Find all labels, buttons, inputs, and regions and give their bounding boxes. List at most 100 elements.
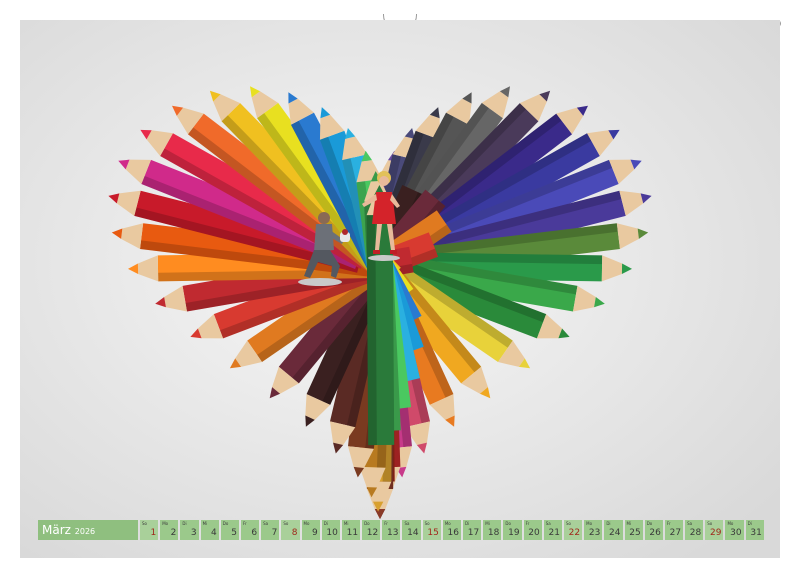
calendar-day: So 8 <box>281 520 300 540</box>
day-number: 11 <box>346 528 359 538</box>
day-number: 29 <box>709 528 722 538</box>
calendar-photo <box>20 20 780 558</box>
day-number: 28 <box>689 528 702 538</box>
weekday-abbr: Mo <box>444 521 451 526</box>
day-number: 18 <box>487 528 500 538</box>
weekday-abbr: Fr <box>384 521 388 526</box>
calendar-day: Mo 16 <box>442 520 461 540</box>
calendar-day: Mo 9 <box>301 520 320 540</box>
day-number: 16 <box>447 528 459 538</box>
calendar-day: Do 19 <box>503 520 522 540</box>
calendar-day: Fr 27 <box>664 520 684 540</box>
weekday-abbr: Sa <box>545 521 551 526</box>
calendar-day: Mi 11 <box>341 520 361 540</box>
day-number: 3 <box>190 528 197 538</box>
weekday-abbr: Di <box>182 521 187 526</box>
weekday-abbr: Di <box>465 521 470 526</box>
day-number: 2 <box>170 528 177 538</box>
calendar-day: Mi 18 <box>483 520 502 540</box>
weekday-abbr: Mo <box>162 521 169 526</box>
pencil-heart-image <box>20 20 780 558</box>
calendar-day: So 22 <box>563 520 583 540</box>
calendar-day: Do 12 <box>362 520 381 540</box>
calendar-day: So 29 <box>705 520 724 540</box>
calendar-day: Di 17 <box>463 520 482 540</box>
day-number: 25 <box>629 528 641 538</box>
weekday-abbr: Do <box>222 521 229 526</box>
day-number: 1 <box>150 528 157 538</box>
calendar-day: Di 10 <box>321 520 340 540</box>
calendar-day: Di 24 <box>604 520 623 540</box>
calendar-day: Sa 28 <box>685 520 704 540</box>
day-number: 23 <box>588 528 601 538</box>
calendar-day: Do 5 <box>220 520 239 540</box>
day-number: 9 <box>311 528 318 538</box>
calendar-day: Mi 25 <box>624 520 643 540</box>
weekday-abbr: Mo <box>586 521 593 526</box>
weekday-abbr: Mi <box>485 521 490 526</box>
day-number: 22 <box>568 528 581 538</box>
calendar-day: Di 31 <box>745 520 764 540</box>
weekday-abbr: So <box>283 521 289 526</box>
day-number: 21 <box>548 528 560 538</box>
calendar-day: Mo 2 <box>160 520 179 540</box>
day-number: 31 <box>750 528 762 538</box>
weekday-abbr: Fr <box>666 521 671 526</box>
day-number: 5 <box>231 528 237 538</box>
weekday-abbr: Do <box>364 521 370 526</box>
weekday-abbr: Mi <box>626 521 632 526</box>
weekday-abbr: Fr <box>525 521 530 526</box>
month-name: März <box>42 523 71 537</box>
calendar-day: Mo 30 <box>725 520 744 540</box>
calendar-day: Do 26 <box>644 520 663 540</box>
day-number: 8 <box>291 528 298 538</box>
day-number: 27 <box>669 528 682 538</box>
weekday-abbr: Do <box>505 521 511 526</box>
calendar-day: Mo 23 <box>584 520 603 540</box>
day-number: 30 <box>730 528 742 538</box>
day-number: 13 <box>386 528 399 538</box>
weekday-abbr: So <box>424 521 430 526</box>
weekday-abbr: Fr <box>242 521 247 526</box>
month-label: März 2026 <box>38 520 138 540</box>
day-number: 7 <box>271 528 278 538</box>
weekday-abbr: Mi <box>343 521 349 526</box>
day-number: 12 <box>366 528 379 538</box>
day-number: 19 <box>508 528 520 538</box>
month-calendar-strip: März 2026 So 1 Mo 2 Di 3 Mi 4 Do 5 Fr 6 Sa 7 So 8 Mo 9 Di 1… <box>38 520 764 540</box>
weekday-abbr: Do <box>646 521 653 526</box>
weekday-abbr: Sa <box>687 521 693 526</box>
year-label: 2026 <box>74 527 96 536</box>
weekday-abbr: Di <box>323 521 328 526</box>
calendar-day: Fr 13 <box>382 520 401 540</box>
calendar-day: Sa 21 <box>543 520 562 540</box>
calendar-page: März 2026 So 1 Mo 2 Di 3 Mi 4 Do 5 Fr 6 Sa 7 So 8 Mo 9 Di 1… <box>0 0 800 577</box>
calendar-day: So 15 <box>422 520 441 540</box>
weekday-abbr: So <box>707 521 713 526</box>
calendar-day: So 1 <box>140 520 159 540</box>
day-number: 17 <box>467 528 480 538</box>
day-number: 4 <box>211 528 217 538</box>
day-number: 20 <box>528 528 540 538</box>
calendar-day: Sa 7 <box>261 520 280 540</box>
calendar-day: Mi 4 <box>200 520 219 540</box>
day-number: 6 <box>251 528 258 538</box>
calendar-day: Sa 14 <box>402 520 421 540</box>
day-number: 15 <box>427 528 439 538</box>
weekday-abbr: So <box>142 521 147 526</box>
day-number: 24 <box>609 528 621 538</box>
weekday-abbr: Mi <box>202 521 208 526</box>
weekday-abbr: Di <box>606 521 611 526</box>
weekday-abbr: Di <box>747 521 752 526</box>
day-number: 14 <box>407 528 419 538</box>
weekday-abbr: Mo <box>303 521 310 526</box>
calendar-day: Fr 20 <box>523 520 542 540</box>
weekday-abbr: So <box>565 521 571 526</box>
calendar-day: Di 3 <box>180 520 199 540</box>
weekday-abbr: Sa <box>404 521 410 526</box>
day-number: 10 <box>326 528 338 538</box>
day-number: 26 <box>649 528 661 538</box>
weekday-abbr: Mo <box>727 521 734 526</box>
calendar-day: Fr 6 <box>240 520 260 540</box>
weekday-abbr: Sa <box>263 521 269 526</box>
